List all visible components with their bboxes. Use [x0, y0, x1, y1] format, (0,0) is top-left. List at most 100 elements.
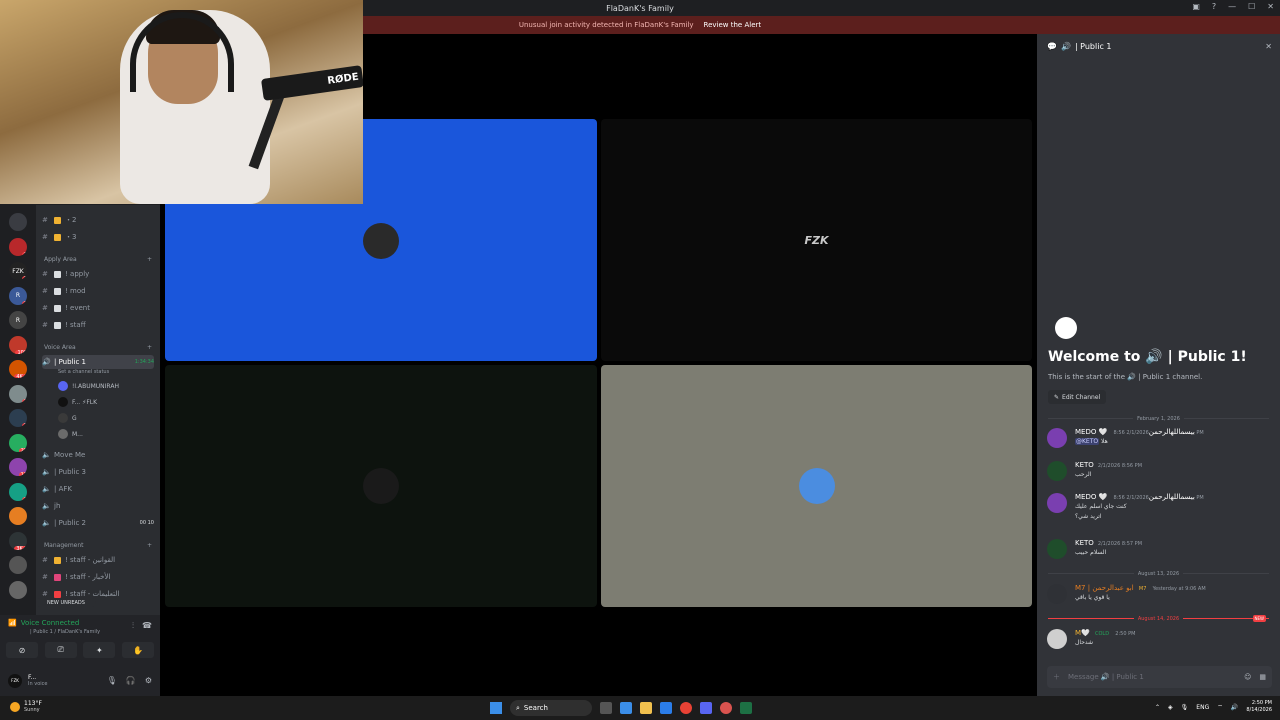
server-icon[interactable]	[9, 556, 27, 574]
server-icon[interactable]: 4K+	[9, 360, 27, 378]
voice-member[interactable]: M...	[58, 429, 83, 439]
server-icon[interactable]: 2	[9, 384, 27, 403]
message-composer[interactable]: ＋ Message 🔊 | Public 1 ☺ ▦	[1047, 666, 1272, 688]
attach-plus-icon[interactable]: ＋	[1053, 672, 1060, 682]
avatar[interactable]	[1047, 493, 1067, 513]
maximize-button[interactable]: ☐	[1248, 2, 1255, 11]
voice-channel-jh[interactable]: 🔈 jh	[42, 499, 154, 513]
avatar[interactable]	[1047, 539, 1067, 559]
weather-widget[interactable]: 113°F Sunny	[10, 700, 42, 713]
voice-channel-afk[interactable]: 🔈 | AFK	[42, 482, 154, 496]
avatar[interactable]	[1047, 428, 1067, 448]
microphone-icon[interactable]: 🎙	[107, 676, 117, 685]
avatar[interactable]	[1047, 461, 1067, 481]
inbox-icon[interactable]: ▣	[1192, 2, 1200, 11]
channel-apply[interactable]: #! apply	[42, 267, 154, 281]
taskbar-search[interactable]: ⌕ Search	[510, 700, 592, 716]
category-apply-area[interactable]: Apply Area +	[44, 256, 152, 263]
server-icon[interactable]: 1	[9, 237, 27, 256]
voice-member[interactable]: G	[58, 413, 77, 423]
add-channel-icon[interactable]: +	[147, 542, 152, 549]
disconnect-icon[interactable]: ☎	[142, 621, 152, 631]
file-explorer-icon[interactable]	[640, 702, 652, 714]
edit-channel-button[interactable]: ✎ Edit Channel	[1048, 390, 1107, 404]
message-author[interactable]: KETO	[1075, 539, 1094, 547]
channel-2[interactable]: # ・2	[42, 213, 154, 227]
message-author[interactable]: M7 | ابو عبدالرحمن	[1075, 584, 1134, 592]
headphones-icon[interactable]: 🎧	[126, 676, 136, 685]
edge-icon[interactable]	[620, 702, 632, 714]
task-view-icon[interactable]	[600, 702, 612, 714]
message-input[interactable]: Message 🔊 | Public 1	[1068, 673, 1144, 681]
server-icon[interactable]: FZK 1	[9, 262, 27, 280]
mic-tray-icon[interactable]: 🎙	[1181, 704, 1189, 711]
chrome-icon[interactable]	[680, 702, 692, 714]
participant-tile-fzk[interactable]: FZK	[601, 119, 1032, 361]
category-voice-area[interactable]: Voice Area +	[44, 344, 152, 351]
message-author[interactable]: M🤍	[1075, 629, 1090, 637]
review-alert-link[interactable]: Review the Alert	[704, 21, 762, 29]
gear-icon[interactable]: ⚙	[145, 676, 152, 685]
close-icon[interactable]: ✕	[1265, 42, 1272, 51]
network-icon[interactable]: ◈	[1168, 704, 1173, 711]
clock[interactable]: 2:50 PM 8/14/2026	[1246, 700, 1272, 714]
server-icon[interactable]: 3K+	[9, 531, 27, 550]
voice-member[interactable]: !ا.ABUMUNIRAH	[58, 381, 119, 391]
server-icon[interactable]: 1	[9, 482, 27, 501]
soundboard-button[interactable]: ✋	[121, 642, 154, 658]
server-icon[interactable]: R	[9, 311, 27, 329]
chevron-up-icon[interactable]: ⌃	[1155, 704, 1160, 711]
volume-icon[interactable]: 🔊	[1231, 704, 1238, 711]
close-window-button[interactable]: ✕	[1267, 2, 1274, 11]
camera-off-button[interactable]: ⊘	[6, 642, 38, 658]
add-channel-icon[interactable]: +	[147, 344, 152, 351]
participant-tile-dark[interactable]	[165, 365, 597, 607]
channel-staff-rules[interactable]: #! staff - القوانين	[42, 553, 154, 567]
voice-channel-public-2[interactable]: 🔈 | Public 2 00 10	[42, 516, 154, 530]
voice-channel-move-me[interactable]: 🔈 Move Me	[42, 448, 154, 462]
new-unreads-pill[interactable]: NEW UNREADS	[36, 598, 96, 607]
excel-icon[interactable]	[740, 702, 752, 714]
channel-3[interactable]: # ・3	[42, 230, 154, 244]
language-indicator[interactable]: ENG	[1196, 704, 1209, 711]
channel-status-hint[interactable]: Set a channel status	[58, 369, 109, 375]
server-icon[interactable]	[9, 507, 27, 525]
emoji-icon[interactable]: ☺	[1244, 673, 1251, 681]
add-channel-icon[interactable]: +	[147, 256, 152, 263]
activities-button[interactable]: ✦	[83, 642, 116, 658]
server-icon[interactable]: 3	[9, 409, 27, 427]
screen-share-button[interactable]: ⎚	[44, 642, 77, 658]
noise-suppression-icon[interactable]: ⫶	[132, 621, 134, 631]
voice-connected-status[interactable]: 📶 Voice Connected	[8, 619, 79, 627]
channel-mod[interactable]: #! mod	[42, 284, 154, 298]
channel-staff[interactable]: #! staff	[42, 318, 154, 332]
apps-icon[interactable]: ▦	[1259, 673, 1266, 681]
server-icon[interactable]: 11	[9, 458, 27, 476]
wifi-icon[interactable]: ⌔	[1217, 703, 1223, 711]
app-icon[interactable]	[720, 702, 732, 714]
avatar[interactable]	[1047, 584, 1067, 604]
category-management[interactable]: Management +	[44, 542, 152, 549]
server-icon[interactable]	[9, 580, 27, 599]
server-icon[interactable]: 28	[9, 433, 27, 452]
message-author[interactable]: KETO	[1075, 461, 1094, 469]
user-info[interactable]: F... In voice	[28, 674, 47, 687]
avatar[interactable]: FZK	[8, 673, 22, 688]
avatar[interactable]	[1047, 629, 1067, 649]
minimize-button[interactable]: —	[1228, 2, 1236, 11]
voice-member[interactable]: F... ⚡FLK	[58, 397, 97, 407]
server-icon[interactable]: R1	[9, 286, 27, 305]
channel-staff-news[interactable]: #! staff - الأخبار	[42, 570, 154, 584]
user-mention[interactable]: @KETO	[1075, 438, 1100, 445]
voice-location[interactable]: | Public 1 / FlaDanK's Family	[30, 629, 100, 635]
voice-channel-public-3[interactable]: 🔈 | Public 3	[42, 465, 154, 479]
channel-event[interactable]: #! event	[42, 301, 154, 315]
participant-tile-grey[interactable]	[601, 365, 1032, 607]
server-icon[interactable]	[9, 213, 27, 231]
help-icon[interactable]: ?	[1212, 2, 1216, 11]
windows-start-icon[interactable]	[490, 702, 502, 714]
store-icon[interactable]	[660, 702, 672, 714]
discord-taskbar-icon[interactable]	[700, 702, 712, 714]
voice-channel-public-1[interactable]: 🔊 | Public 1 1:34:34	[42, 355, 154, 369]
server-icon[interactable]: 109	[9, 335, 27, 354]
